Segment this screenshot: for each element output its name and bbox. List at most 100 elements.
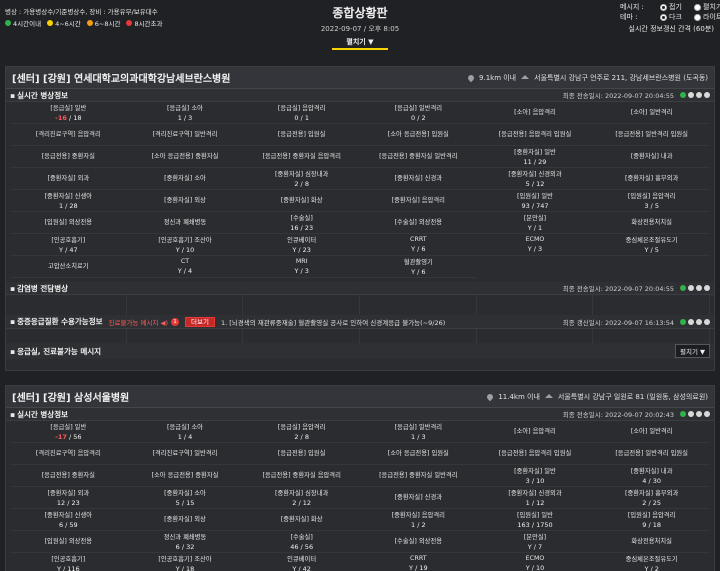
- availability: 11 / 29: [523, 158, 547, 166]
- expand-notice-button[interactable]: 펼치기 ▼: [674, 344, 710, 358]
- bed-cell: ECMO Y / 10: [477, 553, 594, 571]
- bed-cell: 고압산소치료기: [10, 256, 127, 278]
- bed-cell: [소아] 음압격리: [476, 102, 594, 124]
- bed-cell-value: Y / 10: [477, 564, 594, 571]
- bed-cell-label: [중환자실] 신경외과: [508, 171, 562, 178]
- bed-cell: [소아 응급전용] 입원실: [359, 443, 477, 465]
- bed-info-section-header[interactable]: ▪ 실시간 병상정보 최종 전송일시: 2022-09-07 20:04:55: [6, 89, 714, 102]
- address: 서울특별시 강남구 언주로 211, 강남세브란스병원 (도곡동): [534, 73, 708, 82]
- bed-cell: [격리진료구역] 일반격리: [126, 124, 244, 146]
- bed-cell-label: [입원실] 음압격리: [627, 193, 676, 200]
- bed-cell: [중환자실] 내과 4 / 30: [593, 465, 710, 487]
- bed-cell-label: 중심체온조절유도기: [625, 556, 678, 563]
- bed-cell: [입원실] 일반 163 / 1750: [476, 509, 594, 531]
- status-dot-icon: [704, 92, 710, 98]
- bed-cell-value: Y / 2: [593, 565, 710, 571]
- bed-cell-label: [인공호흡기] 조산아: [158, 556, 212, 563]
- bed-cell-value: 4 / 30: [593, 477, 710, 485]
- bed-cell-value: Y / 4: [127, 267, 244, 275]
- radio-icon: [694, 13, 701, 21]
- bed-cell: [응급실] 음압격리 0 / 1: [243, 102, 360, 124]
- status-dot-icon: [704, 318, 710, 325]
- bed-cell: [입원실] 음압격리 9 / 18: [593, 509, 710, 531]
- bed-cell-value: Y / 1: [477, 224, 594, 232]
- bed-cell-value: 5 / 15: [127, 499, 244, 507]
- bed-cell: [응급전용] 일반격리 입원실: [593, 124, 710, 146]
- bed-cell-label: [중환자실] 신경과: [394, 494, 443, 501]
- bed-cell-label: 정신과 폐쇄병동: [163, 219, 207, 226]
- bed-cell: [중환자실] 음압격리: [359, 190, 477, 212]
- bed-cell: [중환자실] 흉부외과: [593, 168, 710, 190]
- bed-cell-label: [중환자실] 음압격리: [391, 197, 445, 204]
- theme-light-radio[interactable]: 라이트: [694, 12, 720, 22]
- availability: 3 / 10: [525, 477, 545, 485]
- status-dot-icon: [680, 318, 686, 325]
- infection-section-header[interactable]: ▪ 감염병 전담병상 최종 전송일시: 2022-09-07 20:04:55: [6, 282, 714, 295]
- bed-cell: [중환자실] 소아: [126, 168, 244, 190]
- theme-dark-radio[interactable]: 다크: [660, 12, 694, 22]
- bed-cell-label: [중환자실] 신경외과: [508, 490, 562, 497]
- bed-cell-value: 1 / 3: [127, 114, 244, 122]
- availability: Y / 23: [292, 246, 311, 254]
- status-dot-icon: [704, 285, 710, 291]
- status-dot-icon: [696, 318, 702, 325]
- availability: Y / 42: [292, 565, 311, 571]
- bed-cell: MRI Y / 3: [243, 256, 360, 278]
- bed-cell-label: [중환자실] 심장내과: [275, 490, 329, 497]
- severe-message: 1. [뇌경색의 재관류중재술] 혈관촬영실 공사로 인하여 신경계응급 불가능…: [221, 318, 446, 327]
- location-pin-icon: [486, 392, 495, 401]
- bed-cell-label: [중환자실] 심장내과: [275, 171, 329, 178]
- location-pin-icon: [466, 73, 476, 82]
- bed-cell: [중환자실] 흉부외과 2 / 25: [593, 487, 710, 509]
- bed-info-section-header[interactable]: ▪ 실시간 병상정보 최종 전송일시: 2022-09-07 20:02:43: [6, 408, 714, 421]
- availability: Y / 18: [175, 565, 195, 571]
- bed-cell: CRRT Y / 6: [359, 234, 477, 256]
- more-button[interactable]: 더보기: [185, 316, 215, 327]
- bed-cell-label: [중환자실] 신생아: [44, 512, 93, 519]
- bed-cell: [인공호흡기] Y / 47: [10, 234, 127, 256]
- bed-cell: [응급전용] 중환자실: [10, 465, 127, 487]
- bed-cell-value: 3 / 10: [477, 477, 594, 485]
- availability: 1 / 4: [177, 433, 193, 441]
- bed-cell-value: Y / 116: [10, 565, 127, 571]
- page-datetime: 2022-09-07 / 오후 8:05: [320, 25, 400, 33]
- bed-cell-label: [중환자실] 내과: [630, 153, 673, 160]
- availability: 2 / 8: [294, 180, 309, 188]
- status-dot-icon: [704, 411, 710, 417]
- bed-cell: [중환자실] 신경과: [359, 487, 477, 509]
- bed-cell-label: [응급실] 음압격리: [277, 105, 326, 112]
- bullet-icon: ▪: [10, 409, 16, 419]
- bed-cell: [인공호흡기] Y / 116: [10, 553, 127, 571]
- availability: 5 / 15: [175, 499, 195, 507]
- last-updated: 최종 전송일시: 2022-09-07 20:04:55: [562, 285, 674, 293]
- hospital-name[interactable]: [센터] [강원] 연세대학교의과대학강남세브란스병원: [12, 70, 468, 85]
- message-expand-radio[interactable]: 펼치기: [694, 2, 720, 12]
- bed-cell: [응급실] 일반격리 1 / 3: [359, 421, 477, 443]
- bed-cell-label: [중환자실] 흉부외과: [625, 175, 679, 182]
- bed-cell-label: ECMO: [525, 555, 545, 562]
- bed-cell-value: -17 / 56: [10, 433, 127, 441]
- bed-cell-label: [수술실]: [290, 534, 313, 541]
- expand-all-button[interactable]: 펼치기 ▼: [332, 36, 388, 50]
- bed-cell: [중환자실] 신경외과 1 / 12: [476, 487, 594, 509]
- bed-cell-label: [입원실] 일반: [517, 193, 553, 200]
- severe-section-header: ▪ 중증응급질환 수용가능정보 진료불가능 메시지 ◀) 1 더보기 1. [뇌경…: [6, 315, 714, 329]
- bed-cell-label: [응급전용] 중환자실: [41, 153, 95, 160]
- message-fold-radio[interactable]: 접기: [660, 2, 694, 12]
- bed-cell: [수술실] 외상전용: [359, 531, 477, 553]
- bed-cell-value: Y / 18: [127, 565, 244, 571]
- bed-cell-value: Y / 3: [477, 245, 594, 253]
- bed-cell: [응급실] 음압격리 2 / 8: [243, 421, 360, 443]
- bed-cell-label: [응급전용] 입원실: [277, 450, 326, 457]
- availability: 12 / 23: [56, 499, 80, 507]
- bed-cell-value: Y / 6: [360, 268, 477, 276]
- theme-option-label: 테마 :: [620, 13, 638, 21]
- hospital-panel: [센터] [강원] 연세대학교의과대학강남세브란스병원 9.1km 이내 서울특…: [5, 66, 715, 371]
- availability: 5 / 12: [525, 180, 545, 188]
- bed-cell: ECMO Y / 3: [476, 234, 594, 256]
- availability: 1 / 28: [58, 202, 78, 210]
- speaker-icon: ◀): [160, 318, 169, 327]
- hospital-name[interactable]: [센터] [강원] 삼성서울병원: [12, 389, 487, 404]
- bed-cell-label: CRRT: [410, 236, 427, 243]
- bed-grid: [응급실] 일반 -17 / 56 [응급실] 소아 1 / 4 [응급실] 음압격리 2…: [6, 421, 714, 571]
